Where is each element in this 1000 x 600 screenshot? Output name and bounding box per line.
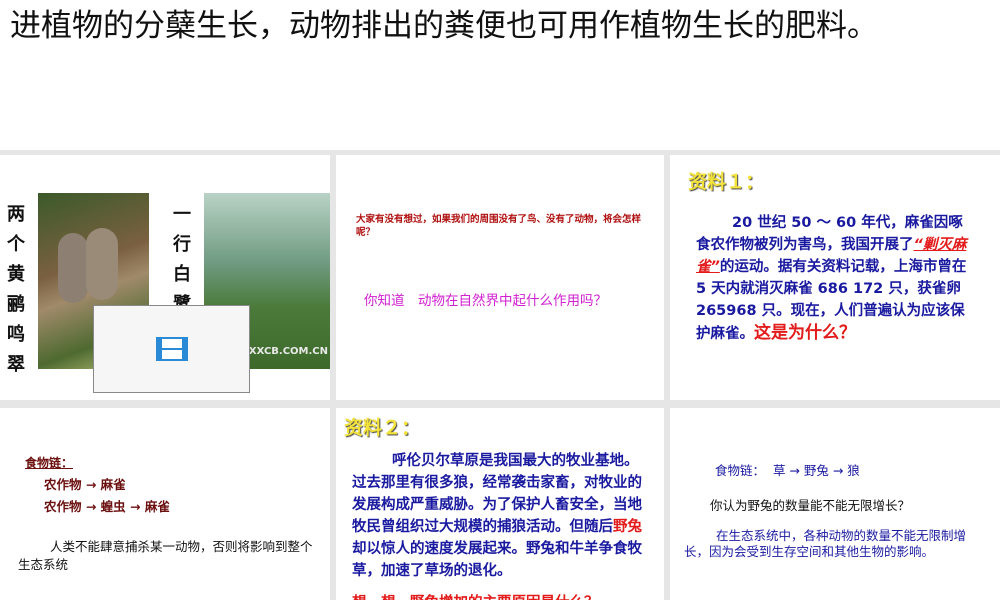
slide-thumbnail-4[interactable]: 食物链： 农作物 → 麻雀 农作物 → 蝗虫 → 麻雀 人类不能肆意捕杀某一动物… [0, 408, 330, 600]
slide-thumbnail-2[interactable]: 大家有没有想过，如果我们的周围没有了鸟、没有了动物，将会怎样呢？ 你知道 动物在… [336, 155, 664, 400]
food-chain-1: 农作物 → 麻雀 [44, 477, 126, 492]
poem-right: 一行白鹭 [173, 204, 191, 315]
food-chain-2: 农作物 → 蝗虫 → 麻雀 [44, 499, 170, 514]
slide-heading: 资料２： [344, 417, 421, 439]
material-2-text: 呼伦贝尔草原是我国最大的牧业基地。过去那里有很多狼，经常袭击家畜，对牧业的发展构… [352, 453, 642, 579]
question-1: 大家有没有想过，如果我们的周围没有了鸟、没有了动物，将会怎样呢？ [356, 214, 642, 238]
watermark: XXCB.COM.CN [248, 346, 328, 357]
question-2: 你知道 动物在自然界中起什么作用吗？ [364, 293, 607, 309]
film-icon [155, 337, 188, 361]
slide-thumbnail-1[interactable]: 两个黄鹂鸣翠 一行白鹭 XXCB.COM.CN [0, 155, 330, 400]
previous-slide-text: 进植物的分蘖生长，动物排出的粪便也可用作植物生长的肥料。 [0, 0, 1000, 150]
video-placeholder[interactable] [93, 305, 250, 393]
slide-heading: 资料１： [688, 171, 765, 193]
answer-text: 在生态系统中，各种动物的数量不能无限制增长，因为会受到生存空间和其他生物的影响。 [684, 528, 967, 559]
question-text: 你认为野兔的数量能不能无限增长？ [710, 498, 911, 513]
highlight-text: 野兔 [613, 519, 642, 535]
question-text: 这是为什么？ [754, 323, 856, 343]
poem-left: 两个黄鹂鸣翠 [7, 204, 25, 375]
slide-thumbnail-5[interactable]: 资料２： 呼伦贝尔草原是我国最大的牧业基地。过去那里有很多狼，经常袭击家畜，对牧… [336, 408, 664, 600]
food-chain: 食物链： 草 → 野兔 → 狼 [715, 463, 860, 478]
material-1-text: 20 世纪 50 ～ 60 年代，麻雀因啄食农作物被列为害鸟，我国开展了“剿灭麻… [696, 215, 967, 343]
slide-thumbnail-3[interactable]: 资料１： 20 世纪 50 ～ 60 年代，麻雀因啄食农作物被列为害鸟，我国开展… [670, 155, 1000, 400]
top-text: 进植物的分蘖生长，动物排出的粪便也可用作植物生长的肥料。 [10, 8, 878, 44]
slide-thumbnail-6[interactable]: 食物链： 草 → 野兔 → 狼 你认为野兔的数量能不能无限增长？ 在生态系统中，… [670, 408, 1000, 600]
question-text: 想一想，野兔增加的主要原因是什么？ [352, 592, 599, 600]
food-chain-title: 食物链： [25, 456, 74, 470]
conclusion-text: 人类不能肆意捕杀某一动物，否则将影响到整个生态系统 [18, 539, 313, 572]
